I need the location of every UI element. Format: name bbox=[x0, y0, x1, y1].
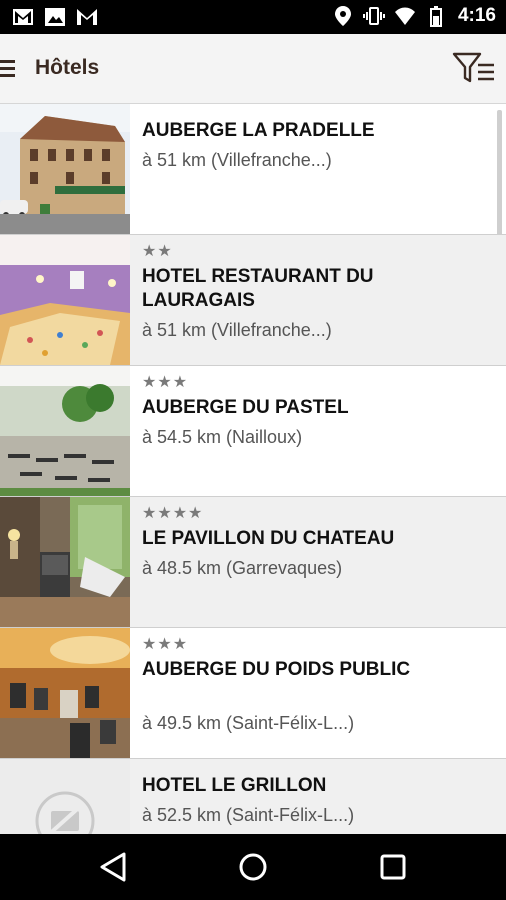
location-icon bbox=[334, 6, 351, 26]
hotel-name: HOTEL LE GRILLON bbox=[142, 775, 327, 796]
hotel-photo bbox=[0, 235, 130, 365]
list-item[interactable]: ★★★★ LE PAVILLON DU CHATEAU à 48.5 km (G… bbox=[0, 497, 506, 628]
home-icon[interactable] bbox=[236, 850, 270, 884]
hotel-photo bbox=[0, 366, 130, 496]
hotel-distance: à 48.5 km (Garrevaques) bbox=[142, 558, 343, 578]
hotel-photo bbox=[0, 104, 130, 234]
hotel-name: AUBERGE DU POIDS PUBLIC bbox=[142, 659, 411, 680]
hotel-distance: à 54.5 km (Nailloux) bbox=[142, 427, 303, 447]
list-item[interactable]: AUBERGE LA PRADELLE à 51 km (Villefranch… bbox=[0, 104, 506, 258]
system-icons: 4:16 bbox=[332, 5, 496, 27]
image-icon bbox=[45, 8, 65, 26]
battery-icon bbox=[429, 6, 442, 27]
hotel-photo bbox=[0, 497, 130, 627]
star-rating: ★★★★ bbox=[142, 503, 204, 522]
clock-time: 4:16 bbox=[457, 5, 496, 26]
vibrate-icon bbox=[362, 7, 385, 25]
star-rating: ★★★ bbox=[142, 372, 189, 391]
hotel-name: AUBERGE LA PRADELLE bbox=[142, 120, 375, 141]
gmail-icon bbox=[13, 9, 33, 25]
list-item[interactable]: ★★ HOTEL RESTAURANT DU LAURAGAIS à 51 km… bbox=[0, 235, 506, 366]
list-item[interactable]: ★★★ AUBERGE DU PASTEL à 54.5 km (Naillou… bbox=[0, 366, 506, 497]
hotel-list[interactable]: AUBERGE LA PRADELLE à 51 km (Villefranch… bbox=[0, 104, 506, 834]
star-rating: ★★ bbox=[142, 241, 173, 260]
star-rating: ★★★ bbox=[142, 634, 189, 653]
list-item[interactable]: HOTEL LE GRILLON à 52.5 km (Saint-Félix-… bbox=[0, 759, 506, 834]
hotel-distance: à 51 km (Villefranche...) bbox=[142, 320, 332, 340]
hotel-distance: à 51 km (Villefranche...) bbox=[142, 150, 332, 170]
hotel-name: HOTEL RESTAURANT DU LAURAGAIS bbox=[142, 266, 374, 311]
hotel-photo bbox=[0, 628, 130, 758]
status-bar: 4:16 bbox=[0, 0, 506, 34]
gmail-icon bbox=[77, 9, 97, 25]
wifi-icon bbox=[394, 7, 415, 25]
list-item[interactable]: ★★★ AUBERGE DU POIDS PUBLIC à 49.5 km (S… bbox=[0, 628, 506, 759]
app-bar: Hôtels bbox=[0, 34, 506, 104]
menu-icon[interactable] bbox=[0, 58, 16, 78]
notification-icons bbox=[12, 6, 98, 28]
filter-icon[interactable] bbox=[452, 50, 496, 86]
hotel-photo-placeholder bbox=[0, 759, 130, 834]
hotel-distance: à 52.5 km (Saint-Félix-L...) bbox=[142, 805, 355, 825]
recents-icon[interactable] bbox=[376, 850, 410, 884]
hotel-name: LE PAVILLON DU CHATEAU bbox=[142, 528, 395, 549]
navigation-bar bbox=[0, 834, 506, 900]
hotel-name: AUBERGE DU PASTEL bbox=[142, 397, 349, 418]
hotel-distance: à 49.5 km (Saint-Félix-L...) bbox=[142, 713, 355, 733]
back-icon[interactable] bbox=[96, 850, 130, 884]
page-title: Hôtels bbox=[35, 56, 100, 79]
